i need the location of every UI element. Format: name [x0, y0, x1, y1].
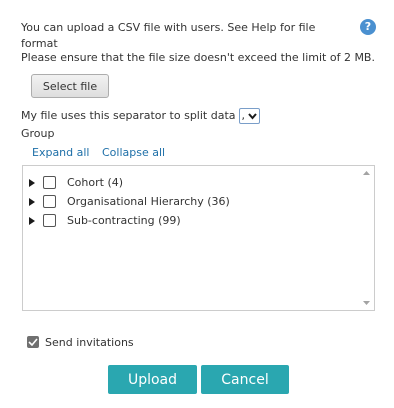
tree-item-checkbox[interactable]	[43, 195, 56, 208]
cancel-button[interactable]: Cancel	[201, 365, 289, 394]
upload-users-dialog: You can upload a CSV file with users. Se…	[0, 0, 394, 408]
upload-button[interactable]: Upload	[108, 365, 197, 394]
tree-item-organisational-hierarchy: Organisational Hierarchy (36)	[23, 192, 230, 211]
separator-row: My file uses this separator to split dat…	[21, 108, 261, 124]
separator-label: My file uses this separator to split dat…	[21, 109, 236, 122]
group-tree: Cohort (4) Organisational Hierarchy (36)…	[22, 165, 375, 311]
expand-arrow-icon[interactable]	[23, 216, 41, 225]
tree-scrollbar[interactable]	[359, 166, 374, 310]
send-invitations-label[interactable]: Send invitations	[45, 336, 134, 349]
collapse-all-link[interactable]: Collapse all	[102, 146, 165, 159]
chevron-down-icon	[248, 112, 257, 120]
tree-controls: Expand all Collapse all	[32, 145, 174, 161]
expand-all-link[interactable]: Expand all	[32, 146, 90, 159]
tree-item-label: Organisational Hierarchy (36)	[67, 195, 230, 208]
intro-text: You can upload a CSV file with users. Se…	[21, 21, 316, 50]
group-tree-list: Cohort (4) Organisational Hierarchy (36)…	[23, 173, 230, 230]
group-label: Group	[21, 127, 55, 140]
separator-select[interactable]: ,	[238, 108, 261, 124]
file-size-limit-note: Please ensure that the file size doesn't…	[21, 51, 375, 64]
tree-item-label: Sub-contracting (99)	[67, 214, 181, 227]
send-invitations-row: Send invitations	[27, 334, 134, 350]
tree-item-checkbox[interactable]	[43, 176, 56, 189]
scroll-down-icon[interactable]	[359, 296, 374, 310]
tree-item-sub-contracting: Sub-contracting (99)	[23, 211, 230, 230]
send-invitations-checkbox[interactable]	[27, 336, 39, 348]
expand-arrow-icon[interactable]	[23, 178, 41, 187]
select-file-button[interactable]: Select file	[31, 74, 109, 98]
expand-arrow-icon[interactable]	[23, 197, 41, 206]
checkmark-icon	[28, 338, 38, 346]
help-icon[interactable]: ?	[360, 19, 376, 35]
tree-item-checkbox[interactable]	[43, 214, 56, 227]
tree-item-label: Cohort (4)	[67, 176, 124, 189]
tree-item-cohort: Cohort (4)	[23, 173, 230, 192]
scroll-up-icon[interactable]	[359, 166, 374, 180]
